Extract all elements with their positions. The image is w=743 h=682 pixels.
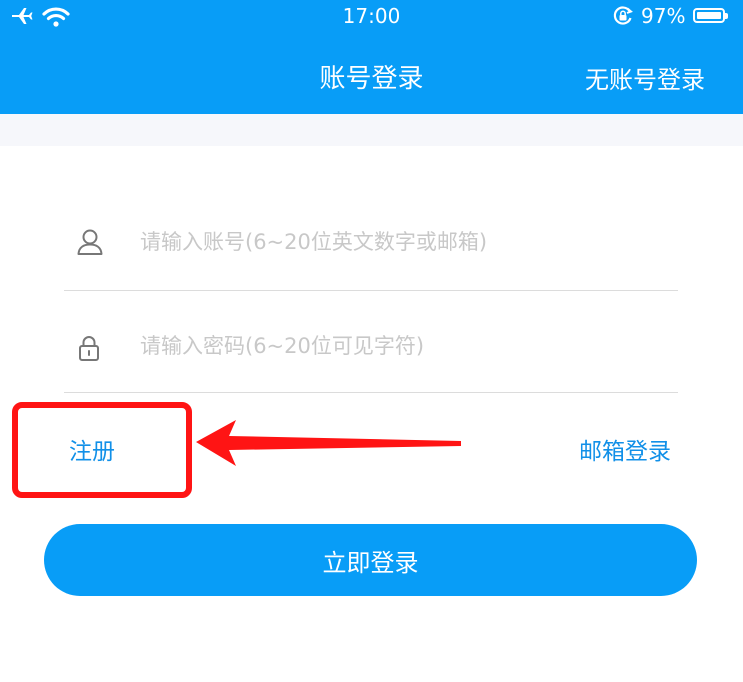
password-input[interactable] (140, 331, 660, 361)
account-field (64, 189, 678, 291)
login-button[interactable]: 立即登录 (44, 524, 697, 596)
account-input[interactable] (140, 227, 660, 257)
battery-icon (693, 8, 728, 23)
email-login-link[interactable]: 邮箱登录 (579, 432, 671, 466)
user-icon (75, 227, 105, 261)
arrow-left-icon (196, 420, 466, 474)
battery-percent: 97% (641, 4, 686, 28)
login-page: 17:00 97% 账号登录 无账号登录 请输入账号(6~20位英文数字或邮箱)… (0, 0, 743, 682)
annotation-highlight-box (12, 402, 192, 498)
header: 17:00 97% 账号登录 无账号登录 (0, 0, 743, 114)
rotation-lock-icon (612, 6, 634, 30)
header-separator-band (0, 114, 743, 146)
no-account-login-button[interactable]: 无账号登录 (585, 60, 705, 95)
lock-icon (75, 334, 103, 366)
password-field (64, 291, 678, 393)
